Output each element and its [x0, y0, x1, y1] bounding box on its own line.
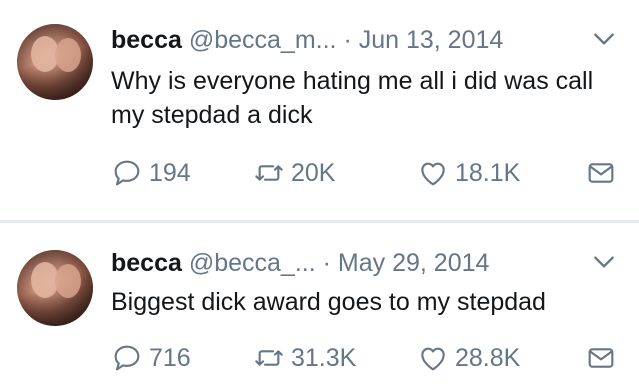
separator: · [322, 249, 331, 277]
retweet-arrows-icon [255, 165, 283, 181]
envelope-icon [588, 348, 614, 368]
chevron-down-icon[interactable] [591, 249, 617, 275]
direct-message-button[interactable] [585, 155, 617, 191]
tweet-text: Biggest dick award goes to my stepdad [111, 288, 546, 316]
tweet-header: becca @becca_... · May 29, 2014 [111, 245, 617, 281]
envelope-icon [588, 163, 614, 183]
tweet-actions: 194 20K 18.1K [111, 155, 617, 191]
retweet-button[interactable]: 20K [253, 155, 335, 191]
tweet[interactable]: becca @becca_... · May 29, 2014 Biggest … [0, 223, 639, 388]
like-count: 28.8K [455, 343, 521, 372]
user-handle[interactable]: @becca_m... [189, 26, 337, 54]
user-name[interactable]: becca [111, 26, 182, 54]
reply-button[interactable]: 716 [111, 340, 191, 376]
reply-count: 716 [149, 343, 191, 372]
tweet-actions: 716 31.3K 28.8K [111, 340, 617, 376]
like-button[interactable]: 28.8K [417, 340, 520, 376]
tweet-text: Why is everyone hating me all i did was … [111, 67, 594, 129]
speech-bubble-icon [114, 160, 140, 186]
reply-count: 194 [149, 158, 191, 187]
tweet-date[interactable]: May 29, 2014 [338, 249, 490, 277]
user-name[interactable]: becca [111, 249, 182, 277]
avatar[interactable] [17, 250, 93, 326]
chevron-down-icon[interactable] [591, 26, 617, 52]
retweet-arrows-icon [255, 350, 283, 366]
like-count: 18.1K [455, 158, 521, 187]
direct-message-button[interactable] [585, 340, 617, 376]
tweet[interactable]: becca @becca_m... · Jun 13, 2014 Why is … [0, 0, 639, 220]
speech-bubble-icon [114, 345, 140, 371]
reply-button[interactable]: 194 [111, 155, 191, 191]
tweet-date[interactable]: Jun 13, 2014 [359, 26, 504, 54]
heart-icon [421, 162, 445, 186]
retweet-button[interactable]: 31.3K [253, 340, 356, 376]
avatar[interactable] [17, 24, 93, 100]
tweet-header: becca @becca_m... · Jun 13, 2014 [111, 22, 617, 58]
retweet-count: 31.3K [291, 343, 357, 372]
heart-icon [421, 347, 445, 371]
separator: · [343, 26, 352, 54]
user-handle[interactable]: @becca_... [189, 249, 316, 277]
retweet-count: 20K [291, 158, 336, 187]
like-button[interactable]: 18.1K [417, 155, 520, 191]
